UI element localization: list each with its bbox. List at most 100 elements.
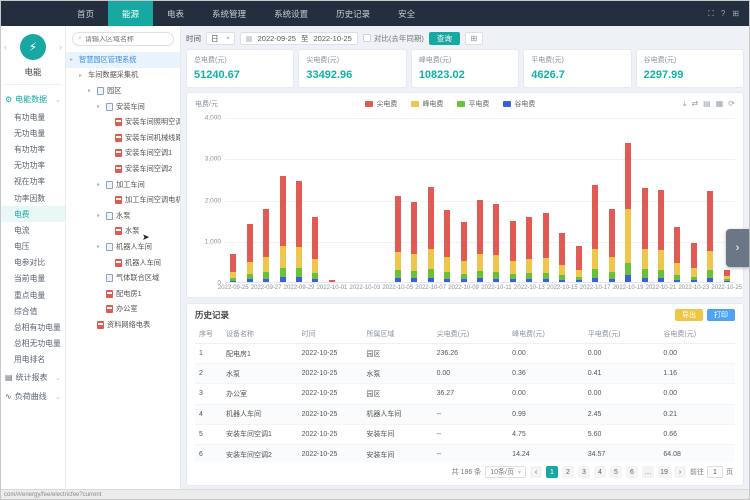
chart-bar-2022-10-13[interactable] — [521, 118, 537, 282]
sidebar-item-电参对比[interactable]: 电参对比 — [1, 255, 65, 271]
export-button[interactable]: 导出 — [675, 309, 703, 321]
date-start[interactable]: 2022-09-25 — [258, 34, 296, 43]
sidebar-item-当前电量[interactable]: 当前电量 — [1, 271, 65, 287]
sidebar-item-无功功率[interactable]: 无功功率 — [1, 158, 65, 174]
chart-bar-2022-10-10[interactable] — [472, 118, 488, 282]
chart-bar-2022-10-06[interactable] — [406, 118, 422, 282]
tree-node-配电房1[interactable]: 配电房1 — [66, 286, 180, 302]
tree-node-机器人车间[interactable]: 机器人车间 — [66, 255, 180, 271]
chart-bar-2022-10-04[interactable] — [373, 118, 389, 282]
sidebar-item-有功电量[interactable]: 有功电量 — [1, 109, 65, 125]
tree-caret-icon[interactable]: ▸ — [97, 212, 103, 219]
chart-bar-2022-10-16[interactable] — [571, 118, 587, 282]
chart-bar-2022-10-23[interactable] — [686, 118, 702, 282]
tree-node-机器人车间[interactable]: ▸机器人车间 — [66, 239, 180, 255]
tree-node-智慧园区管理系统[interactable]: ▸智慧园区管理系统 — [66, 52, 180, 68]
sidebar-item-电流[interactable]: 电流 — [1, 222, 65, 238]
sidebar-item-电压[interactable]: 电压 — [1, 239, 65, 255]
nav-tab-安全[interactable]: 安全 — [384, 1, 429, 26]
page-button-4[interactable]: 4 — [594, 466, 606, 478]
nav-tab-系统设置[interactable]: 系统设置 — [260, 1, 322, 26]
print-button[interactable]: 打印 — [707, 309, 735, 321]
chart-bar-2022-10-24[interactable] — [702, 118, 718, 282]
chart-bar-2022-09-30[interactable] — [307, 118, 323, 282]
tree-node-气体联合区域[interactable]: 气体联合区域 — [66, 270, 180, 286]
sidebar-item-有功功率[interactable]: 有功功率 — [1, 141, 65, 157]
legend-item-谷电费[interactable]: 谷电费 — [503, 99, 535, 109]
sidebar-item-电费[interactable]: 电费 — [1, 206, 65, 222]
tree-node-车间数据采集机[interactable]: ▸车间数据采集机 — [66, 68, 180, 84]
chart-bar-2022-09-25[interactable] — [225, 118, 241, 282]
query-button[interactable]: 查询 — [429, 32, 460, 45]
save-image-icon[interactable]: ⟳ — [728, 99, 735, 109]
tree-caret-icon[interactable]: ▸ — [79, 72, 85, 79]
tree-caret-icon[interactable]: ▸ — [97, 181, 103, 188]
sidebar-item-功率因数[interactable]: 功率因数 — [1, 190, 65, 206]
tree-node-安装车间空调2[interactable]: 安装车间空调2 — [66, 161, 180, 177]
tree-node-加工车间空调电机[interactable]: 加工车间空调电机 — [66, 192, 180, 208]
tree-caret-icon[interactable]: ▸ — [97, 103, 103, 110]
chart-bar-2022-10-18[interactable] — [603, 118, 619, 282]
prev-page-button[interactable]: ‹ — [530, 466, 542, 478]
sidebar-item-总相无功电量[interactable]: 总相无功电量 — [1, 336, 65, 352]
chart-bar-2022-10-15[interactable] — [554, 118, 570, 282]
view-toggle-button[interactable]: ⊞ — [465, 32, 483, 45]
jump-page-input[interactable] — [707, 466, 723, 478]
chart-bar-2022-09-28[interactable] — [274, 118, 290, 282]
page-button-5[interactable]: 5 — [610, 466, 622, 478]
download-icon[interactable]: ⤓ — [683, 99, 687, 109]
tree-caret-icon[interactable]: ▸ — [70, 56, 76, 63]
module-next-arrow[interactable]: › — [59, 42, 62, 52]
restore-icon[interactable]: ▦ — [716, 99, 724, 109]
tree-caret-icon[interactable]: ▸ — [88, 87, 94, 94]
chart-bar-2022-10-02[interactable] — [340, 118, 356, 282]
date-range-picker[interactable]: ▦ 2022-09-25 至 2022-10-25 — [240, 32, 358, 45]
chart-bar-2022-10-19[interactable] — [620, 118, 636, 282]
page-button-3[interactable]: 3 — [578, 466, 590, 478]
chart-bar-2022-10-12[interactable] — [505, 118, 521, 282]
compare-checkbox[interactable]: 对比(去年同期) — [363, 33, 424, 44]
tree-node-加工车间[interactable]: ▸加工车间 — [66, 177, 180, 193]
sidebar-group-统计报表[interactable]: ▤统计报表⌄ — [1, 368, 65, 387]
chart-bar-2022-10-22[interactable] — [669, 118, 685, 282]
sidebar-group-电能数据[interactable]: ⚙电能数据⌄ — [1, 90, 65, 109]
tree-search-input[interactable] — [85, 36, 168, 43]
tree-node-安装车间空调1[interactable]: 安装车间空调1 — [66, 146, 180, 162]
date-end[interactable]: 2022-10-25 — [313, 34, 351, 43]
sidebar-item-综合值[interactable]: 综合值 — [1, 303, 65, 319]
legend-item-平电费[interactable]: 平电费 — [457, 99, 489, 109]
tree-node-水泵[interactable]: ▸水泵 — [66, 208, 180, 224]
tree-search-box[interactable]: ⌕ — [72, 32, 174, 46]
chart-bar-2022-10-09[interactable] — [455, 118, 471, 282]
tree-node-资料网络电表[interactable]: 资料网络电表 — [66, 317, 180, 333]
tree-node-安装车间照明空调电表[interactable]: 安装车间照明空调电表 — [66, 114, 180, 130]
nav-tab-历史记录[interactable]: 历史记录 — [322, 1, 384, 26]
fullscreen-icon[interactable]: ⛶ — [708, 9, 714, 19]
chart-bar-2022-10-20[interactable] — [636, 118, 652, 282]
energy-module-icon[interactable]: ⚡ — [20, 34, 46, 60]
chart-bar-2022-09-26[interactable] — [241, 118, 257, 282]
tree-node-安装车间机械线路电表[interactable]: 安装车间机械线路电表 — [66, 130, 180, 146]
chart-bar-2022-10-14[interactable] — [538, 118, 554, 282]
tree-node-园区[interactable]: ▸园区 — [66, 83, 180, 99]
chart-bar-2022-10-05[interactable] — [390, 118, 406, 282]
page-button-2[interactable]: 2 — [562, 466, 574, 478]
chart-bar-2022-10-11[interactable] — [488, 118, 504, 282]
page-button-1[interactable]: 1 — [546, 466, 558, 478]
tree-caret-icon[interactable]: ▸ — [97, 243, 103, 250]
nav-tab-系统管理[interactable]: 系统管理 — [198, 1, 260, 26]
nav-tab-能源[interactable]: 能源 — [108, 1, 153, 26]
granularity-select[interactable]: 日 ▾ — [206, 32, 235, 45]
chart-bar-2022-10-21[interactable] — [653, 118, 669, 282]
legend-item-尖电费[interactable]: 尖电费 — [365, 99, 397, 109]
data-view-icon[interactable]: ▤ — [703, 99, 711, 109]
tree-node-办公室[interactable]: 办公室 — [66, 302, 180, 318]
next-page-button[interactable]: › — [674, 466, 686, 478]
sidebar-group-负荷曲线[interactable]: ∿负荷曲线⌄ — [1, 387, 65, 406]
chart-bar-2022-10-17[interactable] — [587, 118, 603, 282]
chart-bar-2022-10-07[interactable] — [422, 118, 438, 282]
chart-bar-2022-10-03[interactable] — [357, 118, 373, 282]
tree-node-安装车间[interactable]: ▸安装车间 — [66, 99, 180, 115]
apps-icon[interactable]: ⊞ — [732, 9, 739, 18]
sidebar-item-重点电量[interactable]: 重点电量 — [1, 287, 65, 303]
